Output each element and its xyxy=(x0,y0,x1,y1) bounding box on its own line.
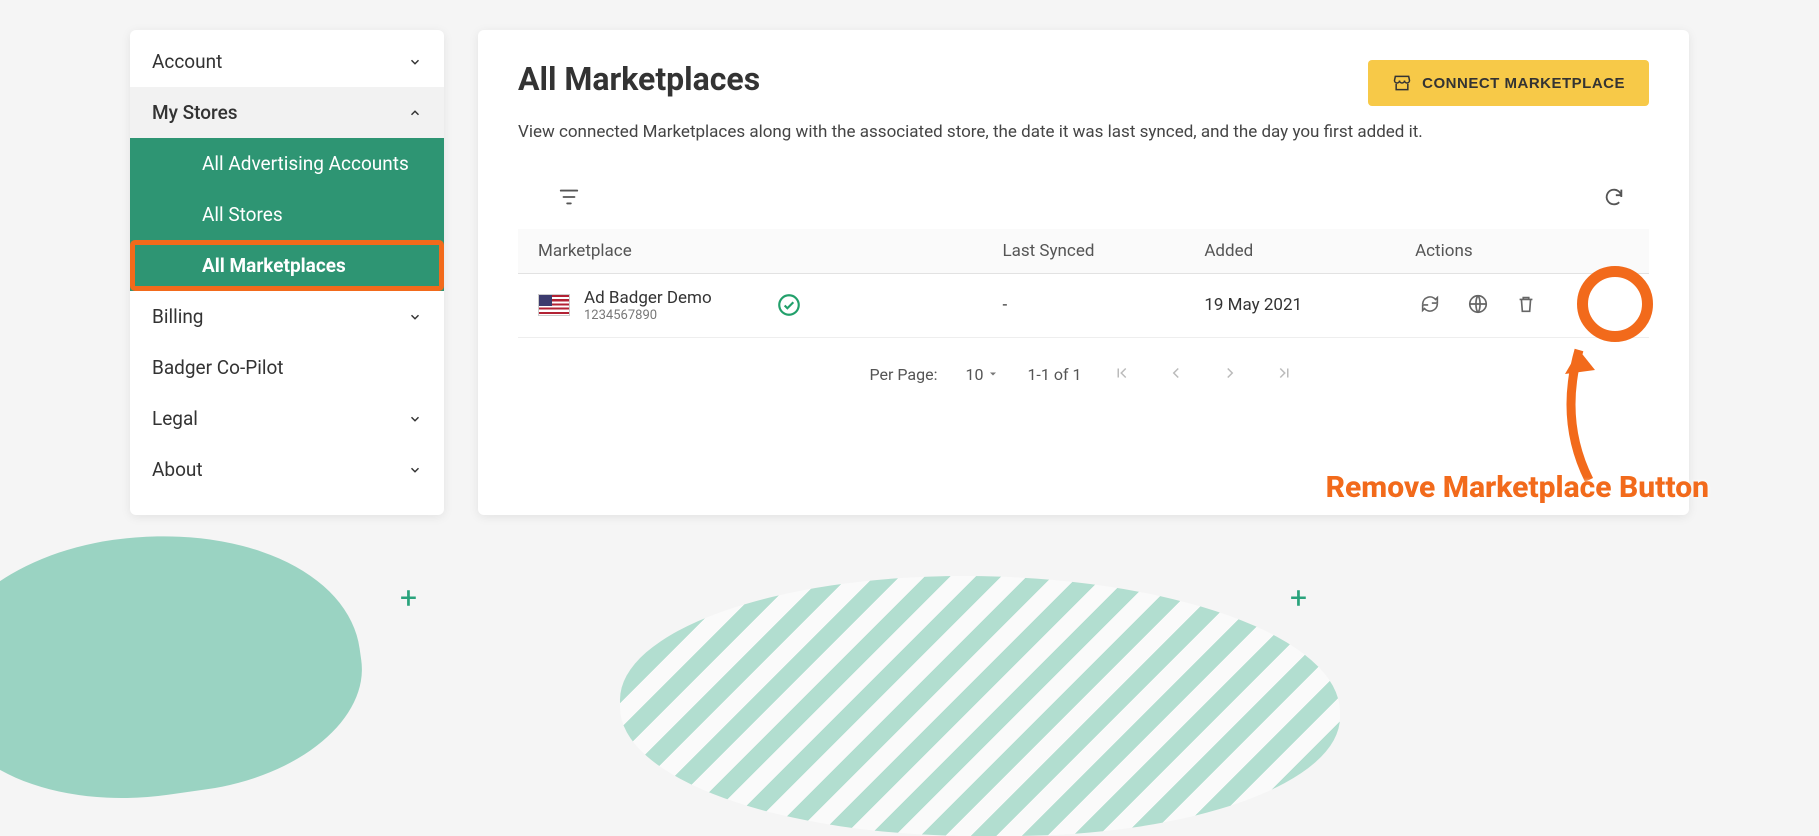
col-last-synced: Last Synced xyxy=(982,229,1184,274)
sidebar-item-label: My Stores xyxy=(152,101,238,124)
sidebar-item-copilot[interactable]: Badger Co-Pilot xyxy=(130,342,444,393)
chevron-down-icon xyxy=(408,412,422,426)
sidebar-sub-label: All Stores xyxy=(202,203,283,226)
chevron-down-icon xyxy=(408,55,422,69)
sidebar-item-label: Badger Co-Pilot xyxy=(152,356,284,379)
sidebar-item-account[interactable]: Account xyxy=(130,36,444,87)
per-page-label: Per Page: xyxy=(870,365,938,384)
cell-added: 19 May 2021 xyxy=(1184,273,1395,337)
storefront-icon xyxy=(1392,73,1412,93)
bg-plus-icon: + xyxy=(1290,581,1307,616)
refresh-icon xyxy=(1603,186,1625,208)
connect-marketplace-button[interactable]: CONNECT MARKETPLACE xyxy=(1368,60,1649,106)
sync-icon xyxy=(1419,293,1441,315)
sidebar-item-label: Account xyxy=(152,50,222,73)
per-page-value: 10 xyxy=(965,365,983,384)
us-flag-icon xyxy=(538,294,570,316)
col-actions: Actions xyxy=(1395,229,1649,274)
bg-stripes xyxy=(620,576,1340,836)
caret-down-icon xyxy=(987,368,999,380)
col-added: Added xyxy=(1184,229,1395,274)
sidebar: Account My Stores All Advertising Accoun… xyxy=(130,30,444,515)
table-row: Ad Badger Demo 1234567890 - 19 May 2021 xyxy=(518,273,1649,337)
page-range: 1-1 of 1 xyxy=(1027,365,1081,384)
chevron-down-icon xyxy=(408,463,422,477)
sidebar-sub-all-marketplaces[interactable]: All Marketplaces xyxy=(130,240,444,291)
page-next-button[interactable] xyxy=(1217,360,1243,389)
chevron-left-icon xyxy=(1167,364,1185,382)
sidebar-sub-all-advertising[interactable]: All Advertising Accounts xyxy=(130,138,444,189)
refresh-button[interactable] xyxy=(1599,182,1629,215)
check-circle-icon xyxy=(776,292,802,318)
col-marketplace: Marketplace xyxy=(518,229,982,274)
sidebar-item-about[interactable]: About xyxy=(130,444,444,495)
page-prev-button[interactable] xyxy=(1163,360,1189,389)
pagination: Per Page: 10 1-1 of 1 xyxy=(518,338,1649,389)
sidebar-item-legal[interactable]: Legal xyxy=(130,393,444,444)
sidebar-sub-label: All Advertising Accounts xyxy=(202,152,409,175)
sidebar-item-label: Legal xyxy=(152,407,198,430)
page-last-button[interactable] xyxy=(1271,360,1297,389)
page-first-icon xyxy=(1113,364,1131,382)
filter-button[interactable] xyxy=(554,182,584,215)
chevron-down-icon xyxy=(408,310,422,324)
chevron-right-icon xyxy=(1221,364,1239,382)
sidebar-item-my-stores[interactable]: My Stores xyxy=(130,87,444,138)
filter-icon xyxy=(558,186,580,208)
globe-icon xyxy=(1467,293,1489,315)
delete-button[interactable] xyxy=(1511,289,1541,322)
page-title: All Marketplaces xyxy=(518,60,760,98)
chevron-up-icon xyxy=(408,106,422,120)
main-panel: All Marketplaces CONNECT MARKETPLACE Vie… xyxy=(478,30,1689,515)
sidebar-item-label: Billing xyxy=(152,305,203,328)
cell-last-synced: - xyxy=(982,273,1184,337)
sidebar-item-billing[interactable]: Billing xyxy=(130,291,444,342)
trash-icon xyxy=(1515,293,1537,315)
page-first-button[interactable] xyxy=(1109,360,1135,389)
sidebar-sub-label: All Marketplaces xyxy=(202,254,346,277)
sidebar-item-label: About xyxy=(152,458,203,481)
connect-button-label: CONNECT MARKETPLACE xyxy=(1422,75,1625,92)
page-last-icon xyxy=(1275,364,1293,382)
annotation-label: Remove Marketplace Button xyxy=(1326,470,1709,505)
page-subtitle: View connected Marketplaces along with t… xyxy=(518,120,1649,146)
globe-button[interactable] xyxy=(1463,289,1493,322)
marketplace-name: Ad Badger Demo xyxy=(584,288,712,308)
marketplace-id: 1234567890 xyxy=(584,308,712,323)
sync-button[interactable] xyxy=(1415,289,1445,322)
sidebar-sub-all-stores[interactable]: All Stores xyxy=(130,189,444,240)
marketplaces-table: Marketplace Last Synced Added Actions Ad… xyxy=(518,229,1649,338)
bg-plus-icon: + xyxy=(400,581,417,616)
bg-blob xyxy=(0,508,376,824)
per-page-select[interactable]: 10 xyxy=(965,365,999,384)
